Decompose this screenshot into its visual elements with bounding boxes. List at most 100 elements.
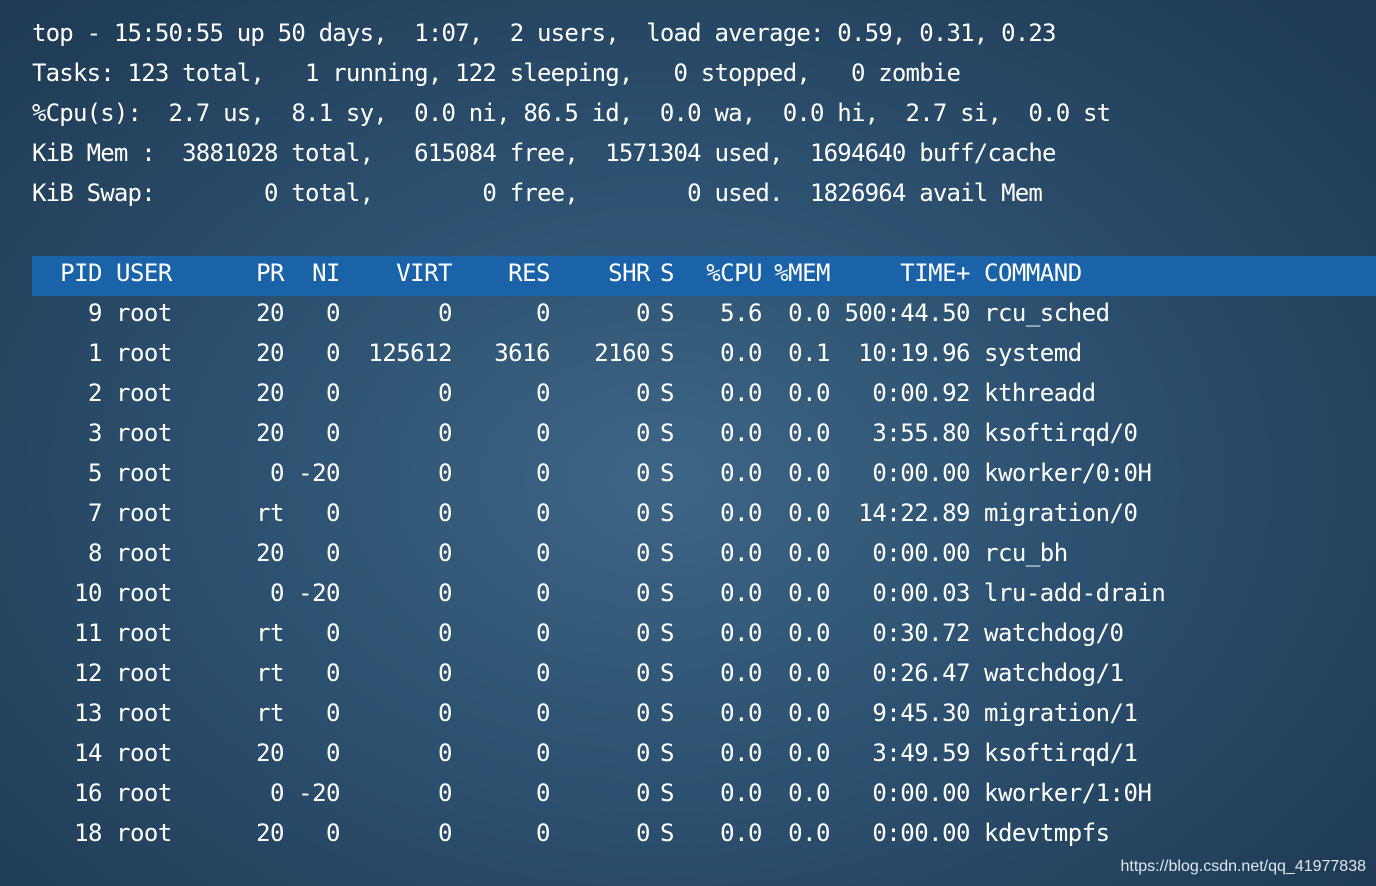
cpu-cell: 0.0 <box>720 579 762 607</box>
res-cell: 0 <box>536 819 550 847</box>
virt-cell: 0 <box>438 459 452 487</box>
priority-cell: 20 <box>256 379 284 407</box>
pid-cell: 12 <box>74 659 102 687</box>
mem-cell: 0.0 <box>788 659 830 687</box>
state-cell: S <box>660 659 674 687</box>
header-pr: PR <box>256 259 284 287</box>
virt-cell: 0 <box>438 659 452 687</box>
command-cell: kworker/1:0H <box>984 779 1152 807</box>
command-cell: systemd <box>984 339 1082 367</box>
shr-cell: 0 <box>636 779 650 807</box>
header-res: RES <box>508 259 550 287</box>
state-cell: S <box>660 819 674 847</box>
virt-cell: 0 <box>438 499 452 527</box>
command-cell: migration/0 <box>984 499 1138 527</box>
shr-cell: 0 <box>636 579 650 607</box>
process-row: 5 root 0 -20 0 0 0 S 0.0 0.0 0:00.00 kworker/0:0H <box>0 453 1376 493</box>
res-cell: 0 <box>536 779 550 807</box>
res-cell: 0 <box>536 739 550 767</box>
header-command: COMMAND <box>984 259 1082 287</box>
process-row: 7 root rt 0 0 0 0 S 0.0 0.0 14:22.89 migration/0 <box>0 493 1376 533</box>
priority-cell: 0 <box>270 459 284 487</box>
shr-cell: 0 <box>636 299 650 327</box>
process-row: 18 root 20 0 0 0 0 S 0.0 0.0 0:00.00 kdevtmpfs <box>0 813 1376 853</box>
state-cell: S <box>660 459 674 487</box>
time-cell: 14:22.89 <box>858 499 970 527</box>
virt-cell: 0 <box>438 419 452 447</box>
header-pid: PID <box>60 259 102 287</box>
user-cell: root <box>116 379 172 407</box>
res-cell: 0 <box>536 619 550 647</box>
pid-cell: 7 <box>88 499 102 527</box>
header-shr: SHR <box>608 259 650 287</box>
nice-cell: -20 <box>298 459 340 487</box>
pid-cell: 5 <box>88 459 102 487</box>
virt-cell: 0 <box>438 579 452 607</box>
state-cell: S <box>660 339 674 367</box>
mem-cell: 0.0 <box>788 459 830 487</box>
user-cell: root <box>116 499 172 527</box>
user-cell: root <box>116 339 172 367</box>
priority-cell: 20 <box>256 419 284 447</box>
cpu-cell: 0.0 <box>720 379 762 407</box>
time-cell: 0:26.47 <box>872 659 970 687</box>
res-cell: 0 <box>536 499 550 527</box>
virt-cell: 0 <box>438 699 452 727</box>
res-cell: 0 <box>536 659 550 687</box>
shr-cell: 0 <box>636 459 650 487</box>
command-cell: ksoftirqd/0 <box>984 419 1138 447</box>
shr-cell: 0 <box>636 699 650 727</box>
nice-cell: 0 <box>326 499 340 527</box>
time-cell: 0:00.92 <box>872 379 970 407</box>
mem-cell: 0.0 <box>788 699 830 727</box>
mem-cell: 0.0 <box>788 499 830 527</box>
pid-cell: 11 <box>74 619 102 647</box>
user-cell: root <box>116 299 172 327</box>
user-cell: root <box>116 539 172 567</box>
pid-cell: 8 <box>88 539 102 567</box>
process-row: 9 root 20 0 0 0 0 S 5.6 0.0 500:44.50 rcu_sched <box>0 293 1376 333</box>
res-cell: 0 <box>536 299 550 327</box>
time-cell: 3:55.80 <box>872 419 970 447</box>
cpu-cell: 0.0 <box>720 779 762 807</box>
virt-cell: 0 <box>438 619 452 647</box>
user-cell: root <box>116 579 172 607</box>
res-cell: 3616 <box>494 339 550 367</box>
virt-cell: 0 <box>438 299 452 327</box>
mem-cell: 0.0 <box>788 579 830 607</box>
state-cell: S <box>660 779 674 807</box>
time-cell: 9:45.30 <box>872 699 970 727</box>
res-cell: 0 <box>536 459 550 487</box>
virt-cell: 125612 <box>368 339 452 367</box>
res-cell: 0 <box>536 379 550 407</box>
command-cell: watchdog/1 <box>984 659 1124 687</box>
user-cell: root <box>116 459 172 487</box>
mem-cell: 0.0 <box>788 779 830 807</box>
state-cell: S <box>660 499 674 527</box>
priority-cell: 20 <box>256 299 284 327</box>
cpu-cell: 5.6 <box>720 299 762 327</box>
state-cell: S <box>660 739 674 767</box>
command-cell: kdevtmpfs <box>984 819 1110 847</box>
process-row: 8 root 20 0 0 0 0 S 0.0 0.0 0:00.00 rcu_bh <box>0 533 1376 573</box>
pid-cell: 9 <box>88 299 102 327</box>
column-header-row: PID USER PR NI VIRT RES SHR S %CPU %MEM … <box>0 253 1376 293</box>
nice-cell: -20 <box>298 579 340 607</box>
user-cell: root <box>116 659 172 687</box>
virt-cell: 0 <box>438 739 452 767</box>
state-cell: S <box>660 539 674 567</box>
process-row: 1 root 20 0 125612 3616 2160 S 0.0 0.1 10:19.96 sys… <box>0 333 1376 373</box>
priority-cell: 0 <box>270 579 284 607</box>
cpu-cell: 0.0 <box>720 499 762 527</box>
command-cell: rcu_sched <box>984 299 1110 327</box>
cpu-cell: 0.0 <box>720 539 762 567</box>
nice-cell: 0 <box>326 419 340 447</box>
state-cell: S <box>660 619 674 647</box>
priority-cell: rt <box>256 699 284 727</box>
shr-cell: 0 <box>636 499 650 527</box>
time-cell: 0:00.00 <box>872 459 970 487</box>
mem-cell: 0.0 <box>788 379 830 407</box>
priority-cell: 20 <box>256 739 284 767</box>
nice-cell: 0 <box>326 819 340 847</box>
memory-line: KiB Mem : 3881028 total, 615084 free, 15… <box>32 139 1057 167</box>
